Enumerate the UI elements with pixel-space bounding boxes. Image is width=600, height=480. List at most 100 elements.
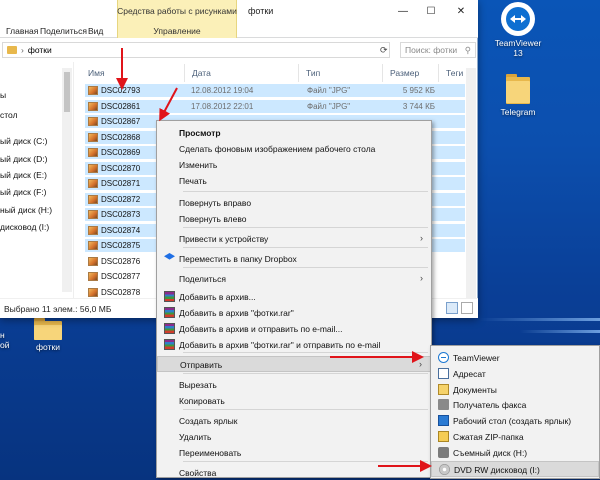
chevron-right-icon: › (21, 45, 24, 55)
column-separator[interactable] (184, 64, 185, 82)
details-view-button[interactable] (446, 302, 458, 314)
image-file-icon (88, 194, 98, 204)
menu-item-add-to-rar[interactable]: Добавить в архив "фотки.rar" (157, 305, 431, 321)
desktop-icon-label: фотки (36, 342, 60, 352)
image-file-icon (88, 148, 98, 157)
desktop-icon-label: Telegram (500, 107, 536, 117)
column-header-size[interactable]: Размер (390, 68, 419, 78)
column-header-type[interactable]: Тип (306, 68, 320, 78)
menu-item-label: Свойства (179, 468, 217, 478)
menu-item-delete[interactable]: Удалить (157, 429, 431, 445)
nav-item-drive-i[interactable]: дисковод (I:) (0, 222, 49, 232)
menu-separator (183, 267, 428, 268)
menu-separator (183, 373, 428, 374)
menu-item-label: Переместить в папку Dropbox (179, 254, 297, 264)
breadcrumb-folder[interactable]: фотки (28, 45, 52, 55)
sendto-item-removable-disk-h[interactable]: Съемный диск (H:) (431, 445, 599, 461)
menu-item-rar-and-email[interactable]: Добавить в архив "фотки.rar" и отправить… (157, 337, 431, 353)
nav-scrollbar[interactable] (62, 68, 72, 292)
desktop-icon-telegram[interactable]: Telegram (494, 74, 542, 117)
file-name: DSC02867 (101, 117, 141, 126)
tab-view[interactable]: Вид (88, 26, 103, 36)
table-row[interactable]: DSC02861 17.08.2012 22:01 Файл "JPG" 3 744 … (85, 99, 465, 113)
file-name: DSC02871 (101, 179, 141, 188)
sendto-item-teamviewer[interactable]: TeamViewer (431, 350, 599, 366)
nav-item[interactable]: ы (0, 90, 6, 100)
thumbnails-view-button[interactable] (461, 302, 473, 314)
maximize-button[interactable]: ☐ (416, 1, 446, 21)
column-header-name[interactable]: Имя (88, 68, 105, 78)
menu-item-set-wallpaper[interactable]: Сделать фоновым изображением рабочего ст… (157, 141, 431, 157)
menu-item-preview[interactable]: Просмотр (157, 125, 431, 141)
menu-item-archive-and-email[interactable]: Добавить в архив и отправить по e-mail..… (157, 321, 431, 337)
dropbox-icon (164, 253, 175, 260)
file-size: 5 952 КБ (402, 86, 435, 95)
nav-item-drive-c[interactable]: ый диск (C:) (0, 136, 47, 146)
context-menu: Просмотр Сделать фоновым изображением раб… (156, 120, 432, 478)
minimize-button[interactable]: — (388, 1, 418, 21)
menu-item-move-to-dropbox[interactable]: Переместить в папку Dropbox (157, 251, 431, 267)
column-header-tags[interactable]: Теги (446, 68, 463, 78)
search-input[interactable]: Поиск: фотки ⚲ (400, 42, 476, 58)
sendto-item-zip-folder[interactable]: Сжатая ZIP-папка (431, 429, 599, 445)
column-header-date[interactable]: Дата (192, 68, 211, 78)
menu-item-cast-to-device[interactable]: Привести к устройству › (157, 231, 431, 247)
image-file-icon (88, 132, 98, 142)
mail-recipient-icon (438, 367, 449, 379)
menu-item-rotate-left[interactable]: Повернуть влево (157, 211, 431, 227)
sendto-item-fax-recipient[interactable]: Получатель факса (431, 397, 599, 413)
usb-drive-icon (438, 446, 449, 458)
nav-item-drive-f[interactable]: ый диск (F:) (0, 187, 46, 197)
ribbon: Средства работы с рисунками Управление Г… (0, 0, 478, 38)
file-name: DSC02874 (101, 225, 141, 235)
desktop-icon-fotki[interactable]: фотки (28, 318, 68, 352)
image-file-icon (88, 163, 98, 173)
desktop-icon-label: ой (0, 340, 10, 350)
winrar-icon (164, 339, 175, 350)
sendto-item-mail-recipient[interactable]: Адресат (431, 366, 599, 382)
winrar-icon (164, 307, 175, 318)
menu-separator (183, 461, 428, 462)
window-title: фотки (248, 6, 274, 16)
menu-item-label: Сжатая ZIP-папка (453, 432, 524, 442)
menu-item-label: Копировать (179, 396, 225, 406)
dvd-drive-icon (439, 463, 450, 475)
column-separator[interactable] (438, 64, 439, 82)
address-bar[interactable]: › фотки (2, 42, 390, 58)
menu-item-label: Переименовать (179, 448, 242, 458)
tab-share[interactable]: Поделиться (40, 26, 87, 36)
menu-item-add-to-archive[interactable]: Добавить в архив... (157, 289, 431, 305)
menu-item-share[interactable]: Поделиться › (157, 271, 431, 287)
refresh-icon[interactable]: ⟳ (380, 45, 388, 56)
menu-item-edit[interactable]: Изменить (157, 157, 431, 173)
sendto-item-documents[interactable]: Документы (431, 382, 599, 398)
menu-item-copy[interactable]: Копировать (157, 393, 431, 409)
file-name: DSC02872 (101, 194, 141, 204)
file-name: DSC02870 (101, 163, 141, 173)
sendto-item-desktop-shortcut[interactable]: Рабочий стол (создать ярлык) (431, 413, 599, 429)
menu-item-print[interactable]: Печать (157, 173, 431, 189)
nav-item[interactable]: стол (0, 110, 18, 120)
menu-item-label: Повернуть вправо (179, 198, 252, 208)
menu-item-cut[interactable]: Вырезать (157, 377, 431, 393)
menu-item-rename[interactable]: Переименовать (157, 445, 431, 461)
menu-item-create-shortcut[interactable]: Создать ярлык (157, 413, 431, 429)
column-separator[interactable] (298, 64, 299, 82)
image-file-icon (88, 86, 98, 95)
menu-item-label: Рабочий стол (создать ярлык) (453, 416, 572, 427)
nav-item-drive-e[interactable]: ый диск (E:) (0, 170, 47, 180)
sendto-item-dvd-rw-drive-i[interactable]: DVD RW дисковод (I:) (431, 460, 599, 477)
close-button[interactable]: ✕ (446, 1, 476, 21)
menu-item-properties[interactable]: Свойства (157, 465, 431, 480)
table-row[interactable]: DSC02793 12.08.2012 19:04 Файл "JPG" 5 952 … (85, 84, 465, 97)
nav-item-drive-h[interactable]: ный диск (H:) (0, 205, 52, 215)
tab-home[interactable]: Главная (6, 26, 38, 36)
file-list-scrollbar[interactable] (466, 68, 476, 298)
menu-item-send-to[interactable]: Отправить › (157, 356, 431, 372)
menu-item-label: Добавить в архив и отправить по e-mail..… (179, 324, 343, 334)
menu-item-rotate-right[interactable]: Повернуть вправо (157, 195, 431, 211)
nav-item-drive-d[interactable]: ый диск (D:) (0, 154, 47, 164)
desktop-icon-teamviewer[interactable]: TeamViewer 13 (494, 2, 542, 58)
column-separator[interactable] (382, 64, 383, 82)
tab-manage[interactable]: Управление (117, 26, 237, 36)
